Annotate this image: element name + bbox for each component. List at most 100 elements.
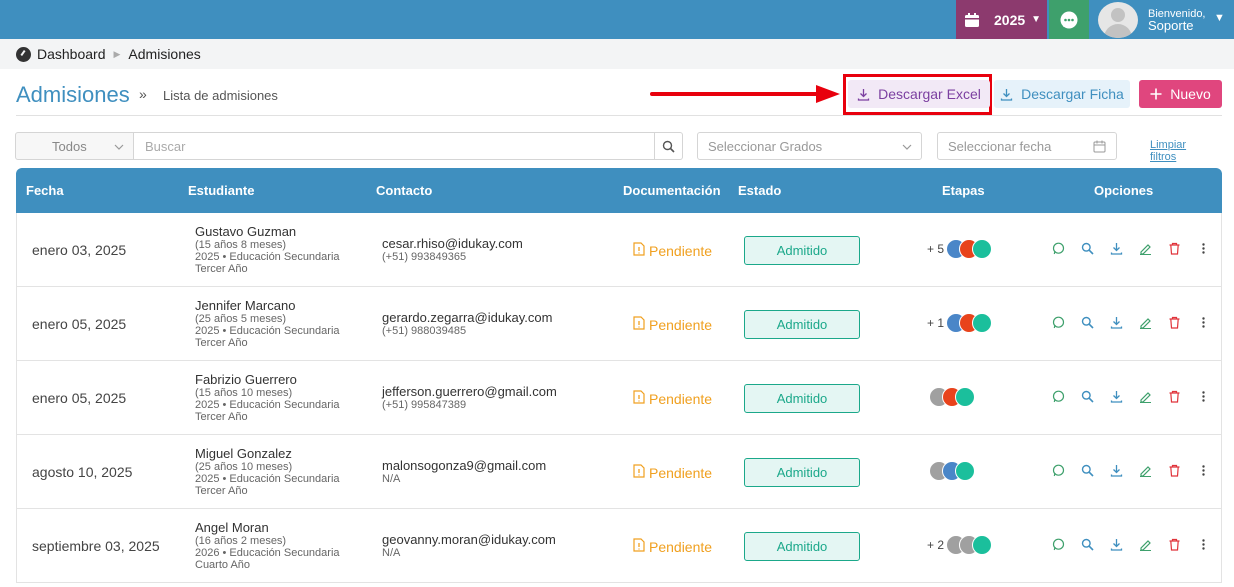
year-selector[interactable]: 2025 ▼ — [956, 0, 1047, 39]
download-icon[interactable] — [1102, 538, 1131, 551]
status-badge[interactable]: Admitido — [744, 384, 860, 413]
column-header-fecha[interactable]: Fecha — [26, 183, 64, 198]
edit-icon[interactable] — [1131, 390, 1160, 403]
stages-dots — [946, 239, 993, 259]
edit-icon[interactable] — [1131, 538, 1160, 551]
status-badge[interactable]: Admitido — [744, 532, 860, 561]
more-options-icon[interactable] — [1189, 538, 1218, 551]
contact-phone: (+51) 988039485 — [382, 325, 467, 337]
column-header-estudiante[interactable]: Estudiante — [188, 183, 254, 198]
download-excel-button[interactable]: Descargar Excel — [848, 80, 990, 108]
view-search-icon[interactable] — [1073, 538, 1102, 551]
year-value: 2025 — [994, 11, 1026, 28]
student-age: (15 años 8 meses) — [195, 239, 287, 251]
stage-dot — [972, 313, 993, 333]
download-ficha-button[interactable]: Descargar Ficha — [994, 80, 1130, 108]
download-icon[interactable] — [1102, 242, 1131, 255]
stages-indicator[interactable] — [927, 461, 975, 481]
contact-email: geovanny.moran@idukay.com — [382, 532, 556, 547]
contact-cell: cesar.rhiso@idukay.com (+51) 993849365 — [382, 236, 523, 263]
table-row[interactable]: enero 05, 2025 Jennifer Marcano (25 años 5… — [16, 287, 1222, 361]
view-search-icon[interactable] — [1073, 464, 1102, 477]
delete-icon[interactable] — [1160, 538, 1189, 551]
more-options-icon[interactable] — [1189, 316, 1218, 329]
download-icon[interactable] — [1102, 316, 1131, 329]
stages-indicator[interactable]: + 2 — [927, 535, 993, 555]
delete-icon[interactable] — [1160, 316, 1189, 329]
documentation-status[interactable]: Pendiente — [633, 464, 712, 481]
student-name[interactable]: Fabrizio Guerrero — [195, 372, 340, 387]
download-icon — [1000, 88, 1013, 101]
stages-dots — [946, 313, 993, 333]
student-grade: 2025 • Educación Secundaria — [195, 251, 340, 263]
contact-email: jefferson.guerrero@gmail.com — [382, 384, 557, 399]
student-name[interactable]: Angel Moran — [195, 520, 340, 535]
date-filter-input[interactable]: Seleccionar fecha — [937, 132, 1117, 160]
calendar-icon — [965, 12, 979, 27]
view-search-icon[interactable] — [1073, 316, 1102, 329]
documentation-status[interactable]: Pendiente — [633, 538, 712, 555]
contact-phone: (+51) 995847389 — [382, 399, 467, 411]
view-search-icon[interactable] — [1073, 390, 1102, 403]
new-admission-button[interactable]: Nuevo — [1139, 80, 1222, 108]
edit-icon[interactable] — [1131, 464, 1160, 477]
student-age: (25 años 10 meses) — [195, 461, 293, 473]
whatsapp-icon[interactable] — [1044, 316, 1073, 329]
student-cell: Fabrizio Guerrero (15 años 10 meses) 2025 … — [195, 372, 340, 423]
search-button[interactable] — [655, 132, 683, 160]
table-row[interactable]: septiembre 03, 2025 Angel Moran (16 años 2… — [16, 509, 1222, 583]
grades-filter-select[interactable]: Seleccionar Grados — [697, 132, 922, 160]
pending-document-icon — [633, 316, 649, 333]
whatsapp-icon[interactable] — [1044, 242, 1073, 255]
status-badge[interactable]: Admitido — [744, 458, 860, 487]
pending-document-icon — [633, 464, 649, 481]
delete-icon[interactable] — [1160, 464, 1189, 477]
stage-dot — [972, 239, 993, 259]
delete-icon[interactable] — [1160, 242, 1189, 255]
stages-indicator[interactable]: + 5 — [927, 239, 993, 259]
whatsapp-icon[interactable] — [1044, 390, 1073, 403]
more-options-icon[interactable] — [1189, 464, 1218, 477]
edit-icon[interactable] — [1131, 242, 1160, 255]
column-header-estado[interactable]: Estado — [738, 183, 781, 198]
documentation-status[interactable]: Pendiente — [633, 390, 712, 407]
download-icon[interactable] — [1102, 390, 1131, 403]
status-badge[interactable]: Admitido — [744, 236, 860, 265]
breadcrumb-admisiones[interactable]: Admisiones — [128, 46, 200, 62]
edit-icon[interactable] — [1131, 316, 1160, 329]
column-header-documentacion[interactable]: Documentación — [623, 183, 721, 198]
download-icon[interactable] — [1102, 464, 1131, 477]
caret-down-icon: ▼ — [1031, 14, 1042, 25]
student-name[interactable]: Miguel Gonzalez — [195, 446, 340, 461]
column-header-etapas[interactable]: Etapas — [942, 183, 985, 198]
more-options-icon[interactable] — [1189, 390, 1218, 403]
student-year: Tercer Año — [195, 411, 248, 423]
stages-extra-count: + 1 — [927, 316, 945, 330]
table-row[interactable]: enero 05, 2025 Fabrizio Guerrero (15 años … — [16, 361, 1222, 435]
view-search-icon[interactable] — [1073, 242, 1102, 255]
more-options-icon[interactable] — [1189, 242, 1218, 255]
column-header-contacto[interactable]: Contacto — [376, 183, 432, 198]
breadcrumb-dashboard[interactable]: Dashboard — [37, 46, 106, 62]
download-icon — [857, 88, 870, 101]
chat-button[interactable] — [1049, 0, 1089, 39]
delete-icon[interactable] — [1160, 390, 1189, 403]
student-name[interactable]: Gustavo Guzman — [195, 224, 340, 239]
student-name[interactable]: Jennifer Marcano — [195, 298, 340, 313]
documentation-status[interactable]: Pendiente — [633, 316, 712, 333]
documentation-status[interactable]: Pendiente — [633, 242, 712, 259]
stages-indicator[interactable] — [927, 387, 975, 407]
type-filter-select[interactable]: Todos — [15, 132, 134, 160]
search-input[interactable]: Buscar — [133, 132, 655, 160]
stages-indicator[interactable]: + 1 — [927, 313, 993, 333]
user-menu[interactable]: Bienvenido, Soporte ▼ — [1092, 0, 1234, 39]
whatsapp-icon[interactable] — [1044, 538, 1073, 551]
table-row[interactable]: agosto 10, 2025 Miguel Gonzalez (25 años 1… — [16, 435, 1222, 509]
clear-filters-link[interactable]: Limpiar filtros — [1150, 139, 1186, 163]
user-name: Soporte — [1148, 17, 1194, 33]
whatsapp-icon[interactable] — [1044, 464, 1073, 477]
row-date: enero 03, 2025 — [32, 242, 127, 258]
status-badge[interactable]: Admitido — [744, 310, 860, 339]
table-row[interactable]: enero 03, 2025 Gustavo Guzman (15 años 8 m… — [16, 213, 1222, 287]
dashboard-icon — [16, 46, 31, 62]
